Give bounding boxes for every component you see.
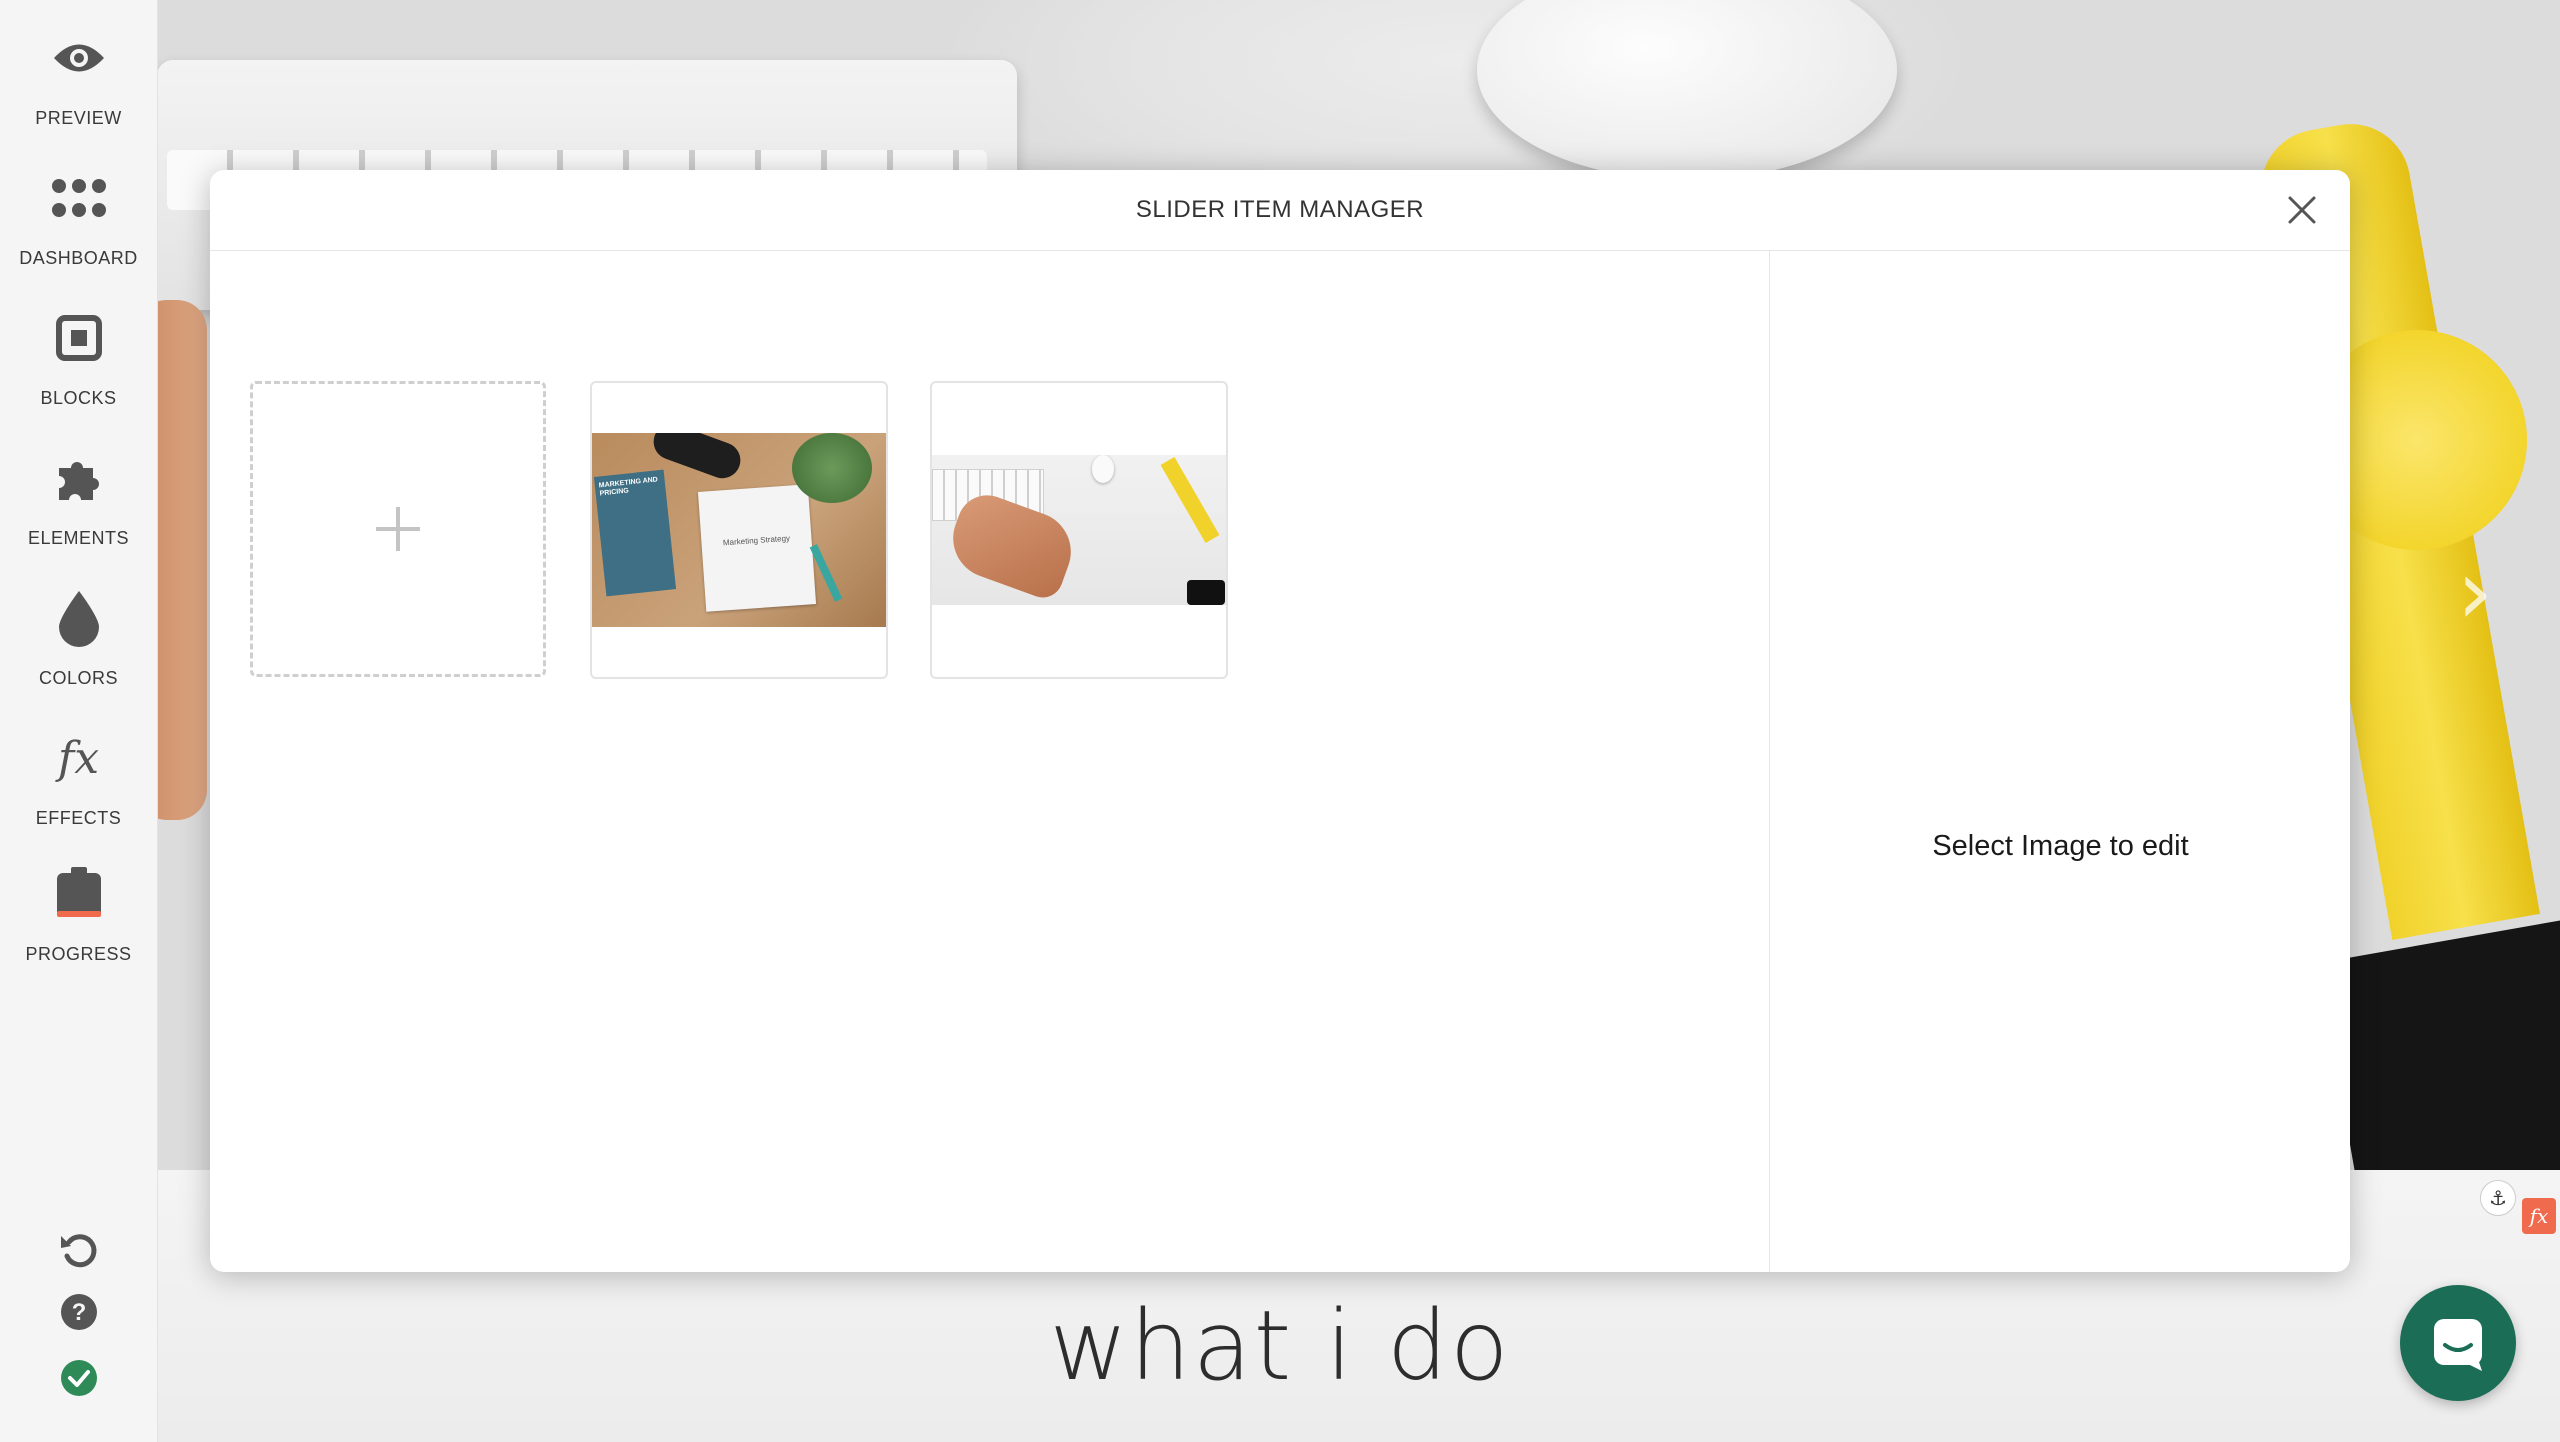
publish-check-button[interactable] — [0, 1350, 157, 1406]
sidebar-item-blocks[interactable]: BLOCKS — [0, 292, 157, 422]
book-graphic: MARKETING AND PRICING — [593, 469, 677, 597]
anchor-icon[interactable]: ⚓ — [2480, 1180, 2516, 1216]
edit-hint-text: Select Image to edit — [1932, 830, 2189, 862]
notebook-text: Marketing Strategy — [722, 533, 791, 548]
phone-graphic — [1187, 580, 1225, 605]
plus-icon — [376, 507, 420, 551]
grid-dots-icon — [51, 179, 106, 217]
sidebar-item-label: ELEMENTS — [27, 528, 130, 548]
book-title: MARKETING AND PRICING — [598, 476, 659, 498]
slider-next-arrow-icon[interactable]: › — [2457, 540, 2493, 645]
close-button[interactable] — [2284, 192, 2320, 228]
chat-icon — [2434, 1319, 2482, 1371]
sidebar-item-colors[interactable]: COLORS — [0, 572, 157, 702]
svg-text:?: ? — [71, 1299, 86, 1326]
notebook-graphic: Marketing Strategy — [697, 484, 817, 612]
slider-image-thumbnail[interactable] — [930, 381, 1228, 679]
undo-icon — [60, 1234, 96, 1268]
watch-graphic — [1160, 457, 1220, 543]
fx-icon: fx — [57, 732, 100, 784]
image-grid-panel: MARKETING AND PRICING Marketing Strategy — [210, 251, 1769, 1272]
sidebar-item-label: COLORS — [38, 668, 119, 688]
sidebar-item-dashboard[interactable]: DASHBOARD — [0, 152, 157, 282]
modal-header: SLIDER ITEM MANAGER — [210, 170, 2350, 251]
mouse-graphic — [1092, 455, 1114, 483]
slider-image-thumbnail[interactable]: MARKETING AND PRICING Marketing Strategy — [590, 381, 888, 679]
sidebar-item-label: PREVIEW — [35, 108, 122, 128]
block-square-icon — [55, 315, 102, 361]
help-icon: ? — [60, 1294, 97, 1330]
check-circle-icon — [60, 1360, 97, 1396]
close-icon — [2288, 196, 2316, 224]
sidebar-item-label: BLOCKS — [40, 388, 117, 408]
sidebar-item-preview[interactable]: PREVIEW — [0, 12, 157, 142]
background-mouse-image — [1477, 0, 1897, 180]
plant-graphic — [792, 433, 872, 503]
chat-launcher-button[interactable] — [2400, 1285, 2560, 1401]
sidebar-item-label: PROGRESS — [25, 944, 132, 964]
image-edit-panel: Select Image to edit — [1769, 251, 2350, 1272]
sidebar-item-effects[interactable]: fx EFFECTS — [0, 712, 157, 842]
sidebar-item-label: EFFECTS — [35, 808, 122, 828]
background-hand-image — [157, 300, 207, 820]
editor-sidebar: PREVIEW DASHBOARD BLOCKS ELEMENTS COLORS… — [0, 0, 158, 1442]
clipboard-progress-icon — [56, 867, 101, 917]
sidebar-item-label: DASHBOARD — [19, 248, 138, 268]
fx-badge[interactable]: fx — [2522, 1198, 2556, 1234]
sidebar-item-progress[interactable]: PROGRESS — [0, 848, 157, 978]
undo-button[interactable] — [0, 1222, 157, 1278]
sidebar-item-elements[interactable]: ELEMENTS — [0, 432, 157, 562]
slider-item-manager-modal: SLIDER ITEM MANAGER MARKETING AND PRICIN… — [210, 170, 2350, 1272]
add-image-button[interactable] — [250, 381, 546, 677]
help-button[interactable]: ? — [0, 1284, 157, 1340]
thumbnail-image-keyboard — [932, 455, 1226, 605]
drop-icon — [58, 591, 99, 647]
eye-icon — [53, 44, 104, 72]
thumbnail-image-desk: MARKETING AND PRICING Marketing Strategy — [592, 433, 886, 627]
puzzle-icon — [58, 462, 99, 500]
section-heading: what i do — [1049, 1290, 1511, 1402]
modal-title: SLIDER ITEM MANAGER — [1135, 196, 1425, 223]
